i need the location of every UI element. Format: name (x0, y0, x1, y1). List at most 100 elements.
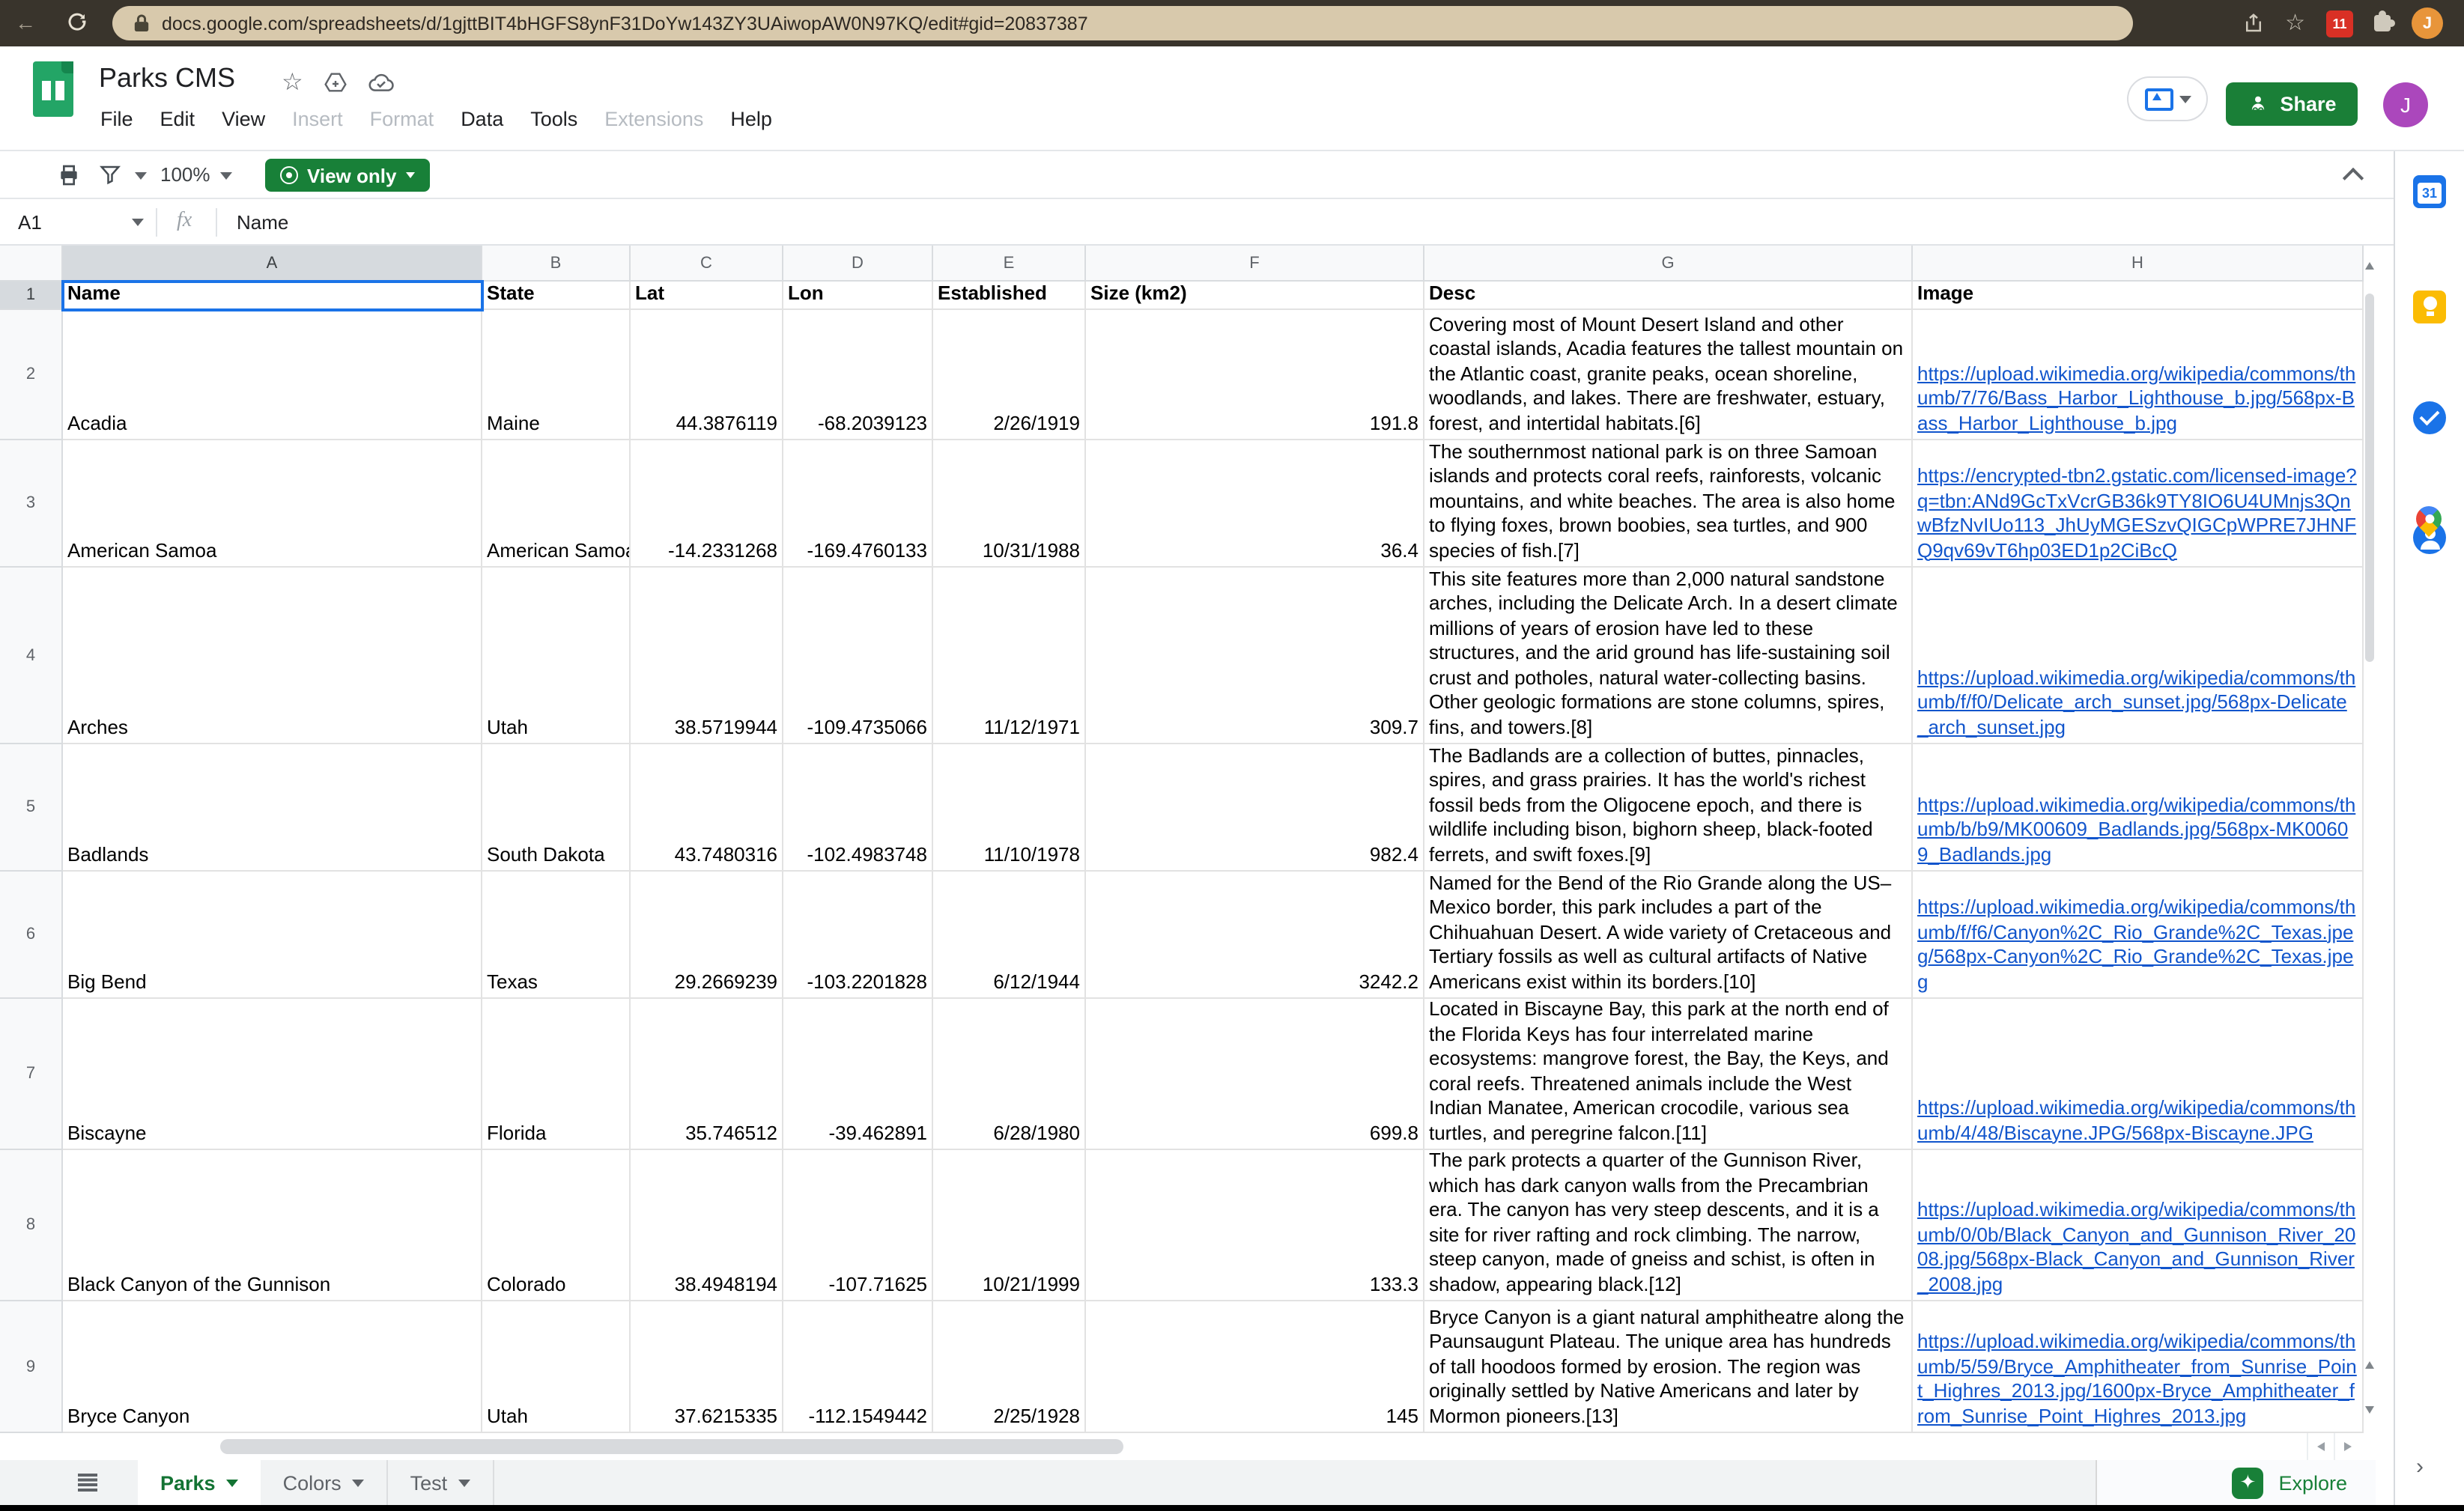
cell-G7[interactable]: Located in Biscayne Bay, this park at th… (1424, 999, 1913, 1150)
row-header-8[interactable]: 8 (0, 1150, 63, 1301)
menu-extensions[interactable]: Extensions (591, 103, 717, 135)
star-icon[interactable]: ☆ (282, 67, 303, 97)
cell-G3[interactable]: The southernmost national park is on thr… (1424, 440, 1913, 568)
cell-A5[interactable]: Badlands (63, 744, 482, 872)
menu-view[interactable]: View (208, 103, 279, 135)
cell-B3[interactable]: American Samoa (482, 440, 631, 568)
sheet-tab-test[interactable]: Test (388, 1460, 494, 1505)
column-header-C[interactable]: C (631, 246, 783, 282)
menu-insert[interactable]: Insert (279, 103, 356, 135)
cell-E5[interactable]: 11/10/1978 (933, 744, 1086, 872)
sheet-tab-caret-icon[interactable] (352, 1479, 364, 1486)
cell-A9[interactable]: Bryce Canyon (63, 1301, 482, 1433)
cell-B2[interactable]: Maine (482, 310, 631, 440)
cell-G6[interactable]: Named for the Bend of the Rio Grande alo… (1424, 872, 1913, 999)
cell-F7[interactable]: 699.8 (1086, 999, 1424, 1150)
cell-H1[interactable]: Image (1913, 282, 2364, 310)
menu-edit[interactable]: Edit (147, 103, 209, 135)
scroll-left-button[interactable] (2307, 1433, 2334, 1460)
row-header-1[interactable]: 1 (0, 282, 63, 310)
cell-D7[interactable]: -39.462891 (783, 999, 933, 1150)
row-header-3[interactable]: 3 (0, 440, 63, 568)
add-to-drive-icon[interactable] (324, 70, 348, 94)
scroll-up-button[interactable] (2364, 249, 2376, 282)
filter-dropdown-caret[interactable] (135, 172, 147, 180)
vertical-scrollbar-thumb[interactable] (2365, 294, 2374, 662)
cloud-saved-icon[interactable] (369, 72, 395, 93)
cell-B1[interactable]: State (482, 282, 631, 310)
cell-C6[interactable]: 29.2669239 (631, 872, 783, 999)
cell-D1[interactable]: Lon (783, 282, 933, 310)
cell-C2[interactable]: 44.3876119 (631, 310, 783, 440)
cell-G1[interactable]: Desc (1424, 282, 1913, 310)
account-avatar[interactable]: J (2383, 82, 2428, 127)
cell-B6[interactable]: Texas (482, 872, 631, 999)
row-header-7[interactable]: 7 (0, 999, 63, 1150)
browser-profile-avatar[interactable]: J (2412, 7, 2443, 39)
menu-file[interactable]: File (87, 103, 147, 135)
cell-A1[interactable]: Name (63, 282, 482, 310)
cell-D4[interactable]: -109.4735066 (783, 568, 933, 744)
cell-G4[interactable]: This site features more than 2,000 natur… (1424, 568, 1913, 744)
calendar-icon[interactable]: 31 (2413, 175, 2446, 208)
cell-F9[interactable]: 145 (1086, 1301, 1424, 1433)
column-header-D[interactable]: D (783, 246, 933, 282)
document-title[interactable]: Parks CMS (99, 63, 235, 94)
name-box-caret[interactable] (132, 219, 144, 226)
column-header-F[interactable]: F (1086, 246, 1424, 282)
cell-H9[interactable]: https://upload.wikimedia.org/wikipedia/c… (1913, 1301, 2364, 1433)
cell-G2[interactable]: Covering most of Mount Desert Island and… (1424, 310, 1913, 440)
grid-corner[interactable] (0, 246, 63, 282)
cell-H7[interactable]: https://upload.wikimedia.org/wikipedia/c… (1913, 999, 2364, 1150)
cell-D8[interactable]: -107.71625 (783, 1150, 933, 1301)
image-link[interactable]: https://upload.wikimedia.org/wikipedia/c… (1917, 1198, 2358, 1297)
view-only-button[interactable]: View only (265, 159, 429, 192)
hide-menus-chevron-icon[interactable] (2344, 166, 2362, 184)
cell-H5[interactable]: https://upload.wikimedia.org/wikipedia/c… (1913, 744, 2364, 872)
cell-F2[interactable]: 191.8 (1086, 310, 1424, 440)
cell-B7[interactable]: Florida (482, 999, 631, 1150)
sheet-tab-parks[interactable]: Parks (138, 1460, 261, 1505)
image-link[interactable]: https://upload.wikimedia.org/wikipedia/c… (1917, 896, 2358, 994)
present-button[interactable] (2127, 76, 2208, 121)
cell-A7[interactable]: Biscayne (63, 999, 482, 1150)
row-header-2[interactable]: 2 (0, 310, 63, 440)
cell-D9[interactable]: -112.1549442 (783, 1301, 933, 1433)
cell-C9[interactable]: 37.6215335 (631, 1301, 783, 1433)
browser-back-icon[interactable]: ← (15, 10, 36, 34)
filter-icon[interactable] (99, 163, 121, 186)
explore-button[interactable]: ✦ Explore (2096, 1460, 2376, 1505)
maps-icon[interactable] (2413, 503, 2446, 536)
column-header-B[interactable]: B (482, 246, 631, 282)
zoom-dropdown-caret[interactable] (220, 172, 232, 180)
image-link[interactable]: https://upload.wikimedia.org/wikipedia/c… (1917, 362, 2358, 436)
cell-A6[interactable]: Big Bend (63, 872, 482, 999)
cell-F6[interactable]: 3242.2 (1086, 872, 1424, 999)
horizontal-scrollbar[interactable] (0, 1433, 2376, 1460)
image-link[interactable]: https://upload.wikimedia.org/wikipedia/c… (1917, 666, 2358, 740)
cell-A2[interactable]: Acadia (63, 310, 482, 440)
cell-B9[interactable]: Utah (482, 1301, 631, 1433)
share-button[interactable]: Share (2226, 82, 2358, 126)
cell-H2[interactable]: https://upload.wikimedia.org/wikipedia/c… (1913, 310, 2364, 440)
row-header-9[interactable]: 9 (0, 1301, 63, 1433)
cell-E1[interactable]: Established (933, 282, 1086, 310)
all-sheets-button[interactable] (60, 1460, 114, 1505)
cell-H3[interactable]: https://encrypted-tbn2.gstatic.com/licen… (1913, 440, 2364, 568)
horizontal-scrollbar-thumb[interactable] (220, 1439, 1123, 1454)
menu-format[interactable]: Format (356, 103, 448, 135)
column-header-E[interactable]: E (933, 246, 1086, 282)
sheets-logo-icon[interactable] (33, 61, 73, 117)
cell-H8[interactable]: https://upload.wikimedia.org/wikipedia/c… (1913, 1150, 2364, 1301)
cell-F4[interactable]: 309.7 (1086, 568, 1424, 744)
cell-D3[interactable]: -169.4760133 (783, 440, 933, 568)
cell-B4[interactable]: Utah (482, 568, 631, 744)
cell-A3[interactable]: American Samoa (63, 440, 482, 568)
scroll-down-button[interactable] (2364, 1393, 2376, 1426)
row-header-5[interactable]: 5 (0, 744, 63, 872)
cell-F1[interactable]: Size (km2) (1086, 282, 1424, 310)
cell-E4[interactable]: 11/12/1971 (933, 568, 1086, 744)
cell-F8[interactable]: 133.3 (1086, 1150, 1424, 1301)
browser-reload-icon[interactable] (66, 10, 88, 33)
sheet-tab-caret-icon[interactable] (226, 1479, 238, 1486)
